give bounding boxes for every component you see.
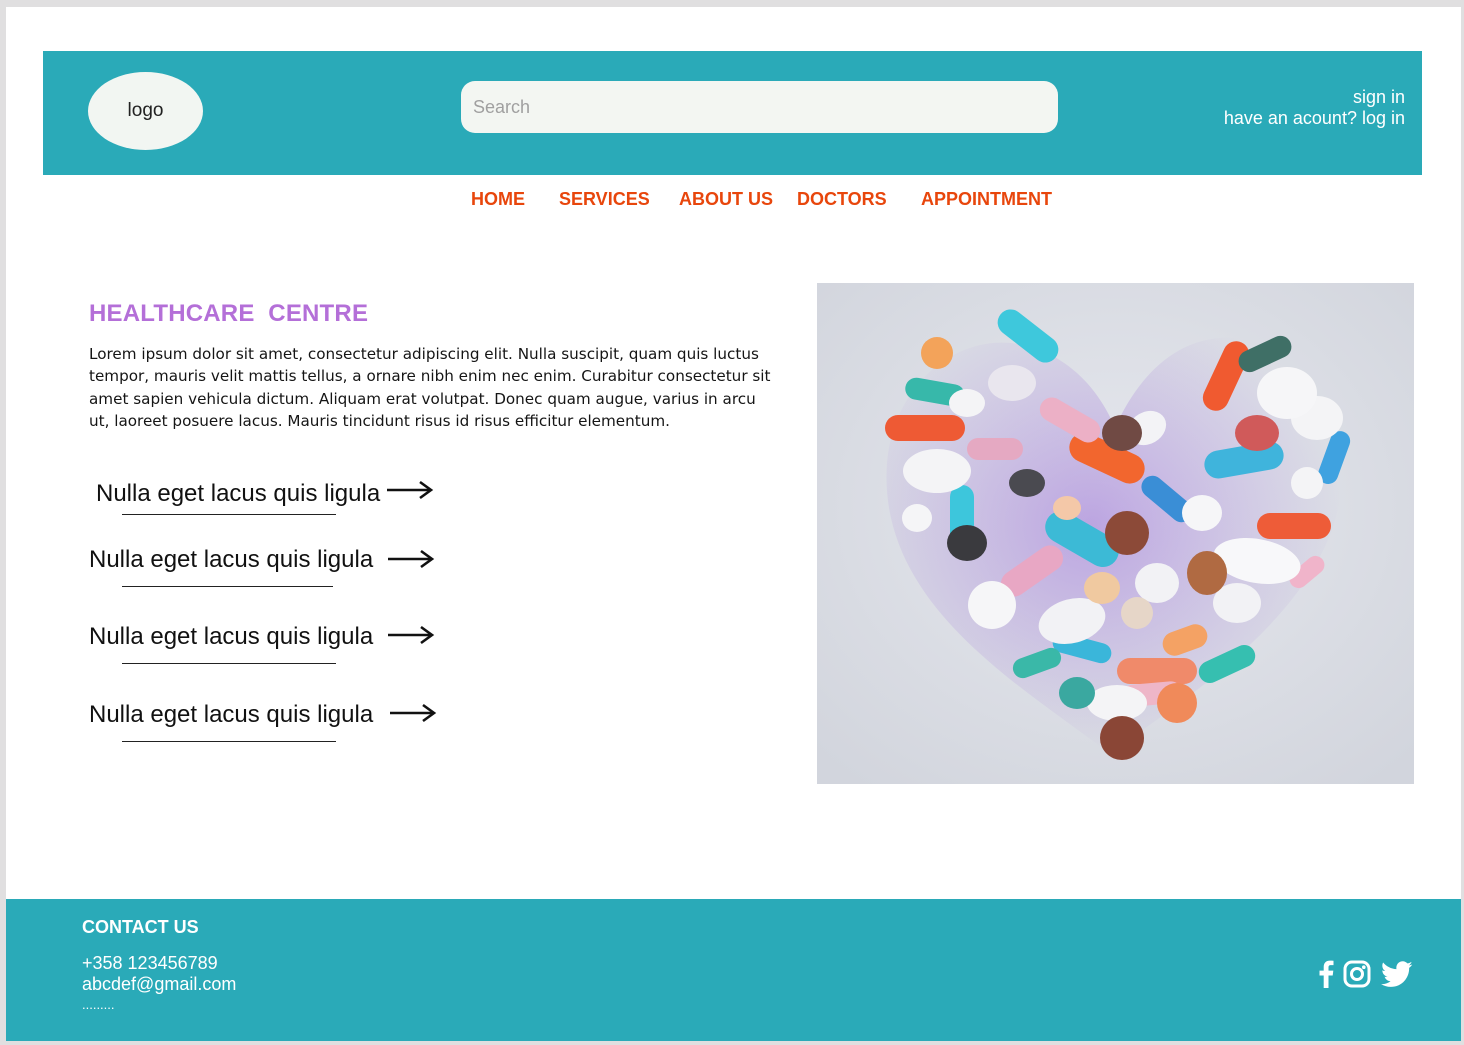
twitter-icon[interactable] xyxy=(1381,957,1413,991)
contact-title: CONTACT US xyxy=(82,917,199,937)
feature-link-1[interactable]: Nulla eget lacus quis ligula xyxy=(89,477,449,517)
feature-link-label: Nulla eget lacus quis ligula xyxy=(89,701,374,728)
intro-paragraph: Lorem ipsum dolor sit amet, consectetur … xyxy=(89,345,771,430)
search-input[interactable] xyxy=(461,81,1058,133)
feature-link-label: Nulla eget lacus quis ligula xyxy=(89,623,374,650)
contact-phone: +358 123456789 xyxy=(82,953,218,973)
nav-about-us[interactable]: ABOUT US xyxy=(679,189,773,210)
facebook-icon[interactable] xyxy=(1318,957,1334,991)
logo[interactable]: logo xyxy=(88,72,203,150)
underline xyxy=(122,663,336,664)
main-nav: HOME SERVICES ABOUT US DOCTORS APPOINTME… xyxy=(6,187,1461,215)
pills-heart-image xyxy=(817,283,1414,784)
underline xyxy=(122,586,333,587)
arrow-right-icon xyxy=(390,703,437,723)
contact-more: ......... xyxy=(82,997,115,1012)
sign-in-link[interactable]: sign in xyxy=(1224,87,1405,108)
feature-link-label: Nulla eget lacus quis ligula xyxy=(89,546,374,573)
feature-link-4[interactable]: Nulla eget lacus quis ligula xyxy=(89,699,449,743)
feature-link-label: Nulla eget lacus quis ligula xyxy=(96,480,381,507)
footer: CONTACT US +358 123456789 abcdef@gmail.c… xyxy=(6,899,1461,1041)
nav-services[interactable]: SERVICES xyxy=(559,189,650,210)
nav-doctors[interactable]: DOCTORS xyxy=(797,189,887,210)
page: logo sign in have an acount? log in HOME… xyxy=(6,7,1461,1041)
arrow-right-icon xyxy=(388,549,435,569)
log-in-link[interactable]: have an acount? log in xyxy=(1224,108,1405,129)
contact-email[interactable]: abcdef@gmail.com xyxy=(82,974,236,995)
auth-links: sign in have an acount? log in xyxy=(1224,87,1405,129)
arrow-right-icon xyxy=(388,625,435,645)
pills-heart-illustration xyxy=(817,283,1414,784)
page-title: HEALTHCARE CENTRE xyxy=(89,300,369,327)
underline xyxy=(122,514,336,515)
feature-link-3[interactable]: Nulla eget lacus quis ligula xyxy=(89,621,449,665)
nav-appointment[interactable]: APPOINTMENT xyxy=(921,189,1052,210)
feature-link-2[interactable]: Nulla eget lacus quis ligula xyxy=(89,544,449,588)
underline xyxy=(122,741,336,742)
arrow-right-icon xyxy=(387,480,434,500)
instagram-icon[interactable] xyxy=(1343,957,1371,991)
nav-home[interactable]: HOME xyxy=(471,189,525,210)
logo-text: logo xyxy=(127,100,164,121)
header-bar: logo sign in have an acount? log in xyxy=(43,51,1422,175)
